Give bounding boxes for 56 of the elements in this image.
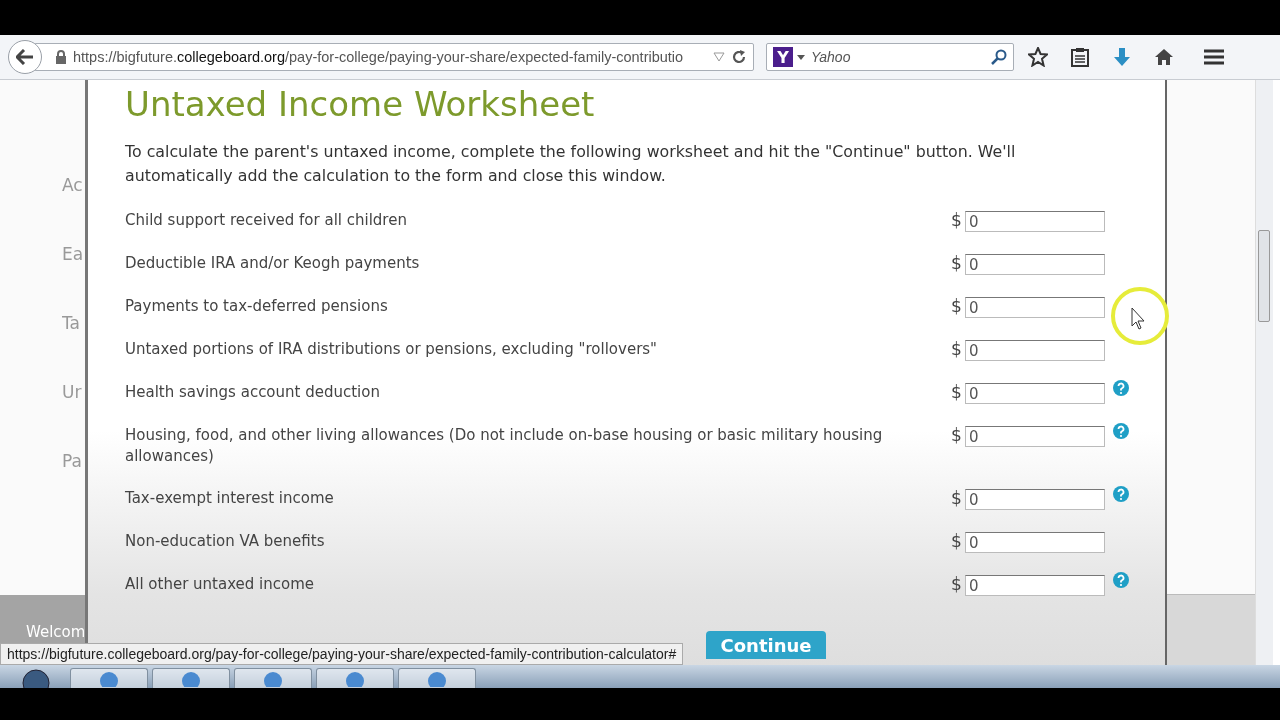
app-icon[interactable] [262,669,284,687]
search-icon[interactable] [991,49,1007,65]
amount-field[interactable]: 0 [965,340,1105,361]
worksheet-instructions: To calculate the parent's untaxed income, complete the following worksheet and hit the "Continue" button. We'll automatically add the calculation to the form and close this window. [125,141,1017,187]
welcome-text: Welcom [26,623,84,641]
reload-icon[interactable] [731,49,747,65]
caret-icon[interactable] [797,54,805,60]
field-label: Child support received for all children [125,210,408,231]
amount-field[interactable]: 0 [965,211,1105,232]
app-icon[interactable] [426,669,448,687]
app-icon[interactable] [344,669,366,687]
amount-field[interactable]: 0 [965,489,1105,510]
amount-field[interactable]: 0 [965,575,1105,596]
field-label: All other untaxed income [125,574,316,595]
field-label: Payments to tax-deferred pensions [125,296,389,317]
field-label: Untaxed portions of IRA distributions or pensions, excluding "rollovers" [125,339,659,360]
help-icon[interactable] [1113,572,1129,588]
amount-field[interactable]: 0 [965,383,1105,404]
help-icon[interactable] [1113,380,1129,396]
help-icon[interactable] [1113,423,1129,439]
app-icon[interactable] [98,669,120,687]
scrollbar[interactable] [1255,80,1273,665]
field-label: Tax-exempt interest income [125,488,335,509]
amount-field[interactable]: 0 [965,297,1105,318]
field-label: Non-education VA benefits [125,531,326,552]
search-engine-logo[interactable]: Y [773,47,793,67]
taskbar-button[interactable] [316,668,394,688]
amount-field[interactable]: 0 [965,426,1105,447]
address-bar[interactable]: https://bigfuture.collegeboard.org/pay-for-college/paying-your-share/expected-family-contributio [34,43,754,71]
status-url: https://bigfuture.collegeboard.org/pay-for-college/paying-your-share/expected-family-contribution-calculator# [0,643,684,665]
app-icon[interactable] [180,669,202,687]
field-label: Deductible IRA and/or Keogh payments [125,253,421,274]
currency-sign: $ [951,424,963,446]
currency-sign: $ [951,209,963,231]
taskbar-button[interactable] [152,668,230,688]
help-icon[interactable] [1113,486,1129,502]
back-arrow-icon[interactable] [16,49,34,65]
field-label: Health savings account deduction [125,382,381,403]
dropdown-icon[interactable] [713,52,725,62]
currency-sign: $ [951,573,963,595]
currency-sign: $ [951,295,963,317]
taskbar-button[interactable] [398,668,476,688]
lock-icon [55,50,67,64]
search-field[interactable]: Y Yahoo [766,43,1014,71]
amount-field[interactable]: 0 [965,254,1105,275]
worksheet-title: Untaxed Income Worksheet [125,83,596,126]
currency-sign: $ [951,338,963,360]
currency-sign: $ [951,252,963,274]
field-label: Housing, food, and other living allowances (Do not include on-base housing or basic military housing allowances) [125,425,884,467]
currency-sign: $ [951,487,963,509]
url-text: https://bigfuture.collegeboard.org/pay-for-college/paying-your-share/expected-family-contributio [73,49,685,65]
back-button[interactable] [8,40,42,74]
amount-field[interactable]: 0 [965,532,1105,553]
currency-sign: $ [951,530,963,552]
currency-sign: $ [951,381,963,403]
taskbar-button[interactable] [234,668,312,688]
